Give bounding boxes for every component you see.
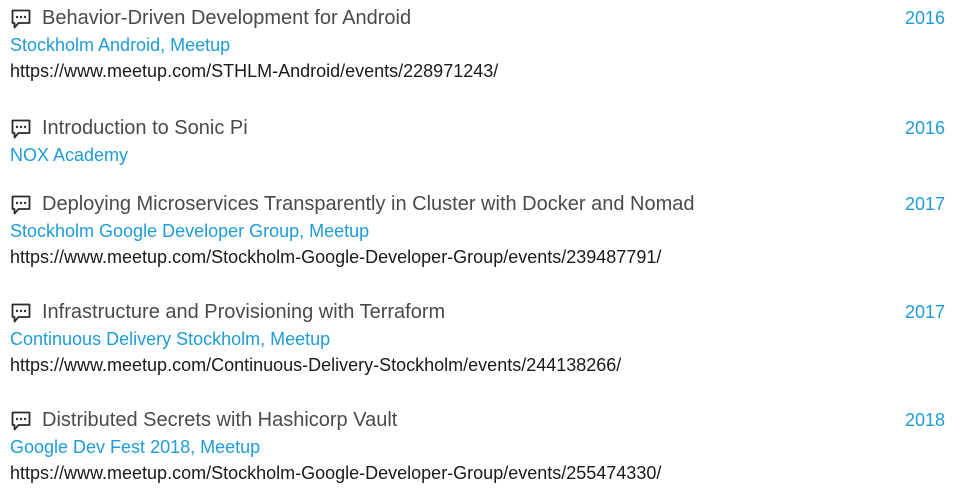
talk-event-url[interactable]: https://www.meetup.com/Continuous-Delive… [10,352,945,378]
talk-year-link[interactable]: 2016 [905,4,945,32]
talk-title-text: Introduction to Sonic Pi [42,117,248,139]
talk-event-url[interactable]: https://www.meetup.com/Stockholm-Google-… [10,244,945,270]
talk-list: Behavior-Driven Development for Android … [0,0,962,492]
talk-venue-link[interactable]: Stockholm Android, Meetup [10,32,945,58]
speech-bubble-icon [11,195,31,214]
talk-title-text: Distributed Secrets with Hashicorp Vault [42,409,398,431]
speech-bubble-icon [11,119,31,138]
speech-bubble-icon [11,9,31,28]
talk-venue-link[interactable]: Google Dev Fest 2018, Meetup [10,434,945,460]
talk-title-text: Behavior-Driven Development for Android [42,7,412,29]
talk-year-link[interactable]: 2018 [905,406,945,434]
talk-header: Distributed Secrets with Hashicorp Vault… [10,406,945,434]
speech-bubble-icon [11,411,31,430]
talk-item: Infrastructure and Provisioning with Ter… [10,298,945,378]
talk-event-url[interactable]: https://www.meetup.com/Stockholm-Google-… [10,460,945,486]
talk-title: Deploying Microservices Transparently in… [10,190,694,218]
talk-header: Infrastructure and Provisioning with Ter… [10,298,945,326]
talk-title-text: Infrastructure and Provisioning with Ter… [42,301,446,323]
talk-event-url[interactable]: https://www.meetup.com/STHLM-Android/eve… [10,58,945,84]
talk-item: Deploying Microservices Transparently in… [10,190,945,270]
speech-bubble-icon [11,303,31,322]
talk-item: Distributed Secrets with Hashicorp Vault… [10,406,945,486]
talk-header: Deploying Microservices Transparently in… [10,190,945,218]
talk-header: Introduction to Sonic Pi 2016 [10,114,945,142]
talk-venue-link[interactable]: NOX Academy [10,142,945,168]
talk-item: Behavior-Driven Development for Android … [10,4,945,84]
talk-venue-link[interactable]: Stockholm Google Developer Group, Meetup [10,218,945,244]
talk-venue-link[interactable]: Continuous Delivery Stockholm, Meetup [10,326,945,352]
talk-title: Behavior-Driven Development for Android [10,4,411,32]
talk-year-link[interactable]: 2017 [905,298,945,326]
talk-header: Behavior-Driven Development for Android … [10,4,945,32]
talk-item: Introduction to Sonic Pi 2016 NOX Academ… [10,114,945,168]
talk-title: Distributed Secrets with Hashicorp Vault [10,406,397,434]
talk-title: Introduction to Sonic Pi [10,114,248,142]
talk-year-link[interactable]: 2017 [905,190,945,218]
talk-title-text: Deploying Microservices Transparently in… [42,193,695,215]
talk-title: Infrastructure and Provisioning with Ter… [10,298,445,326]
talk-year-link[interactable]: 2016 [905,114,945,142]
